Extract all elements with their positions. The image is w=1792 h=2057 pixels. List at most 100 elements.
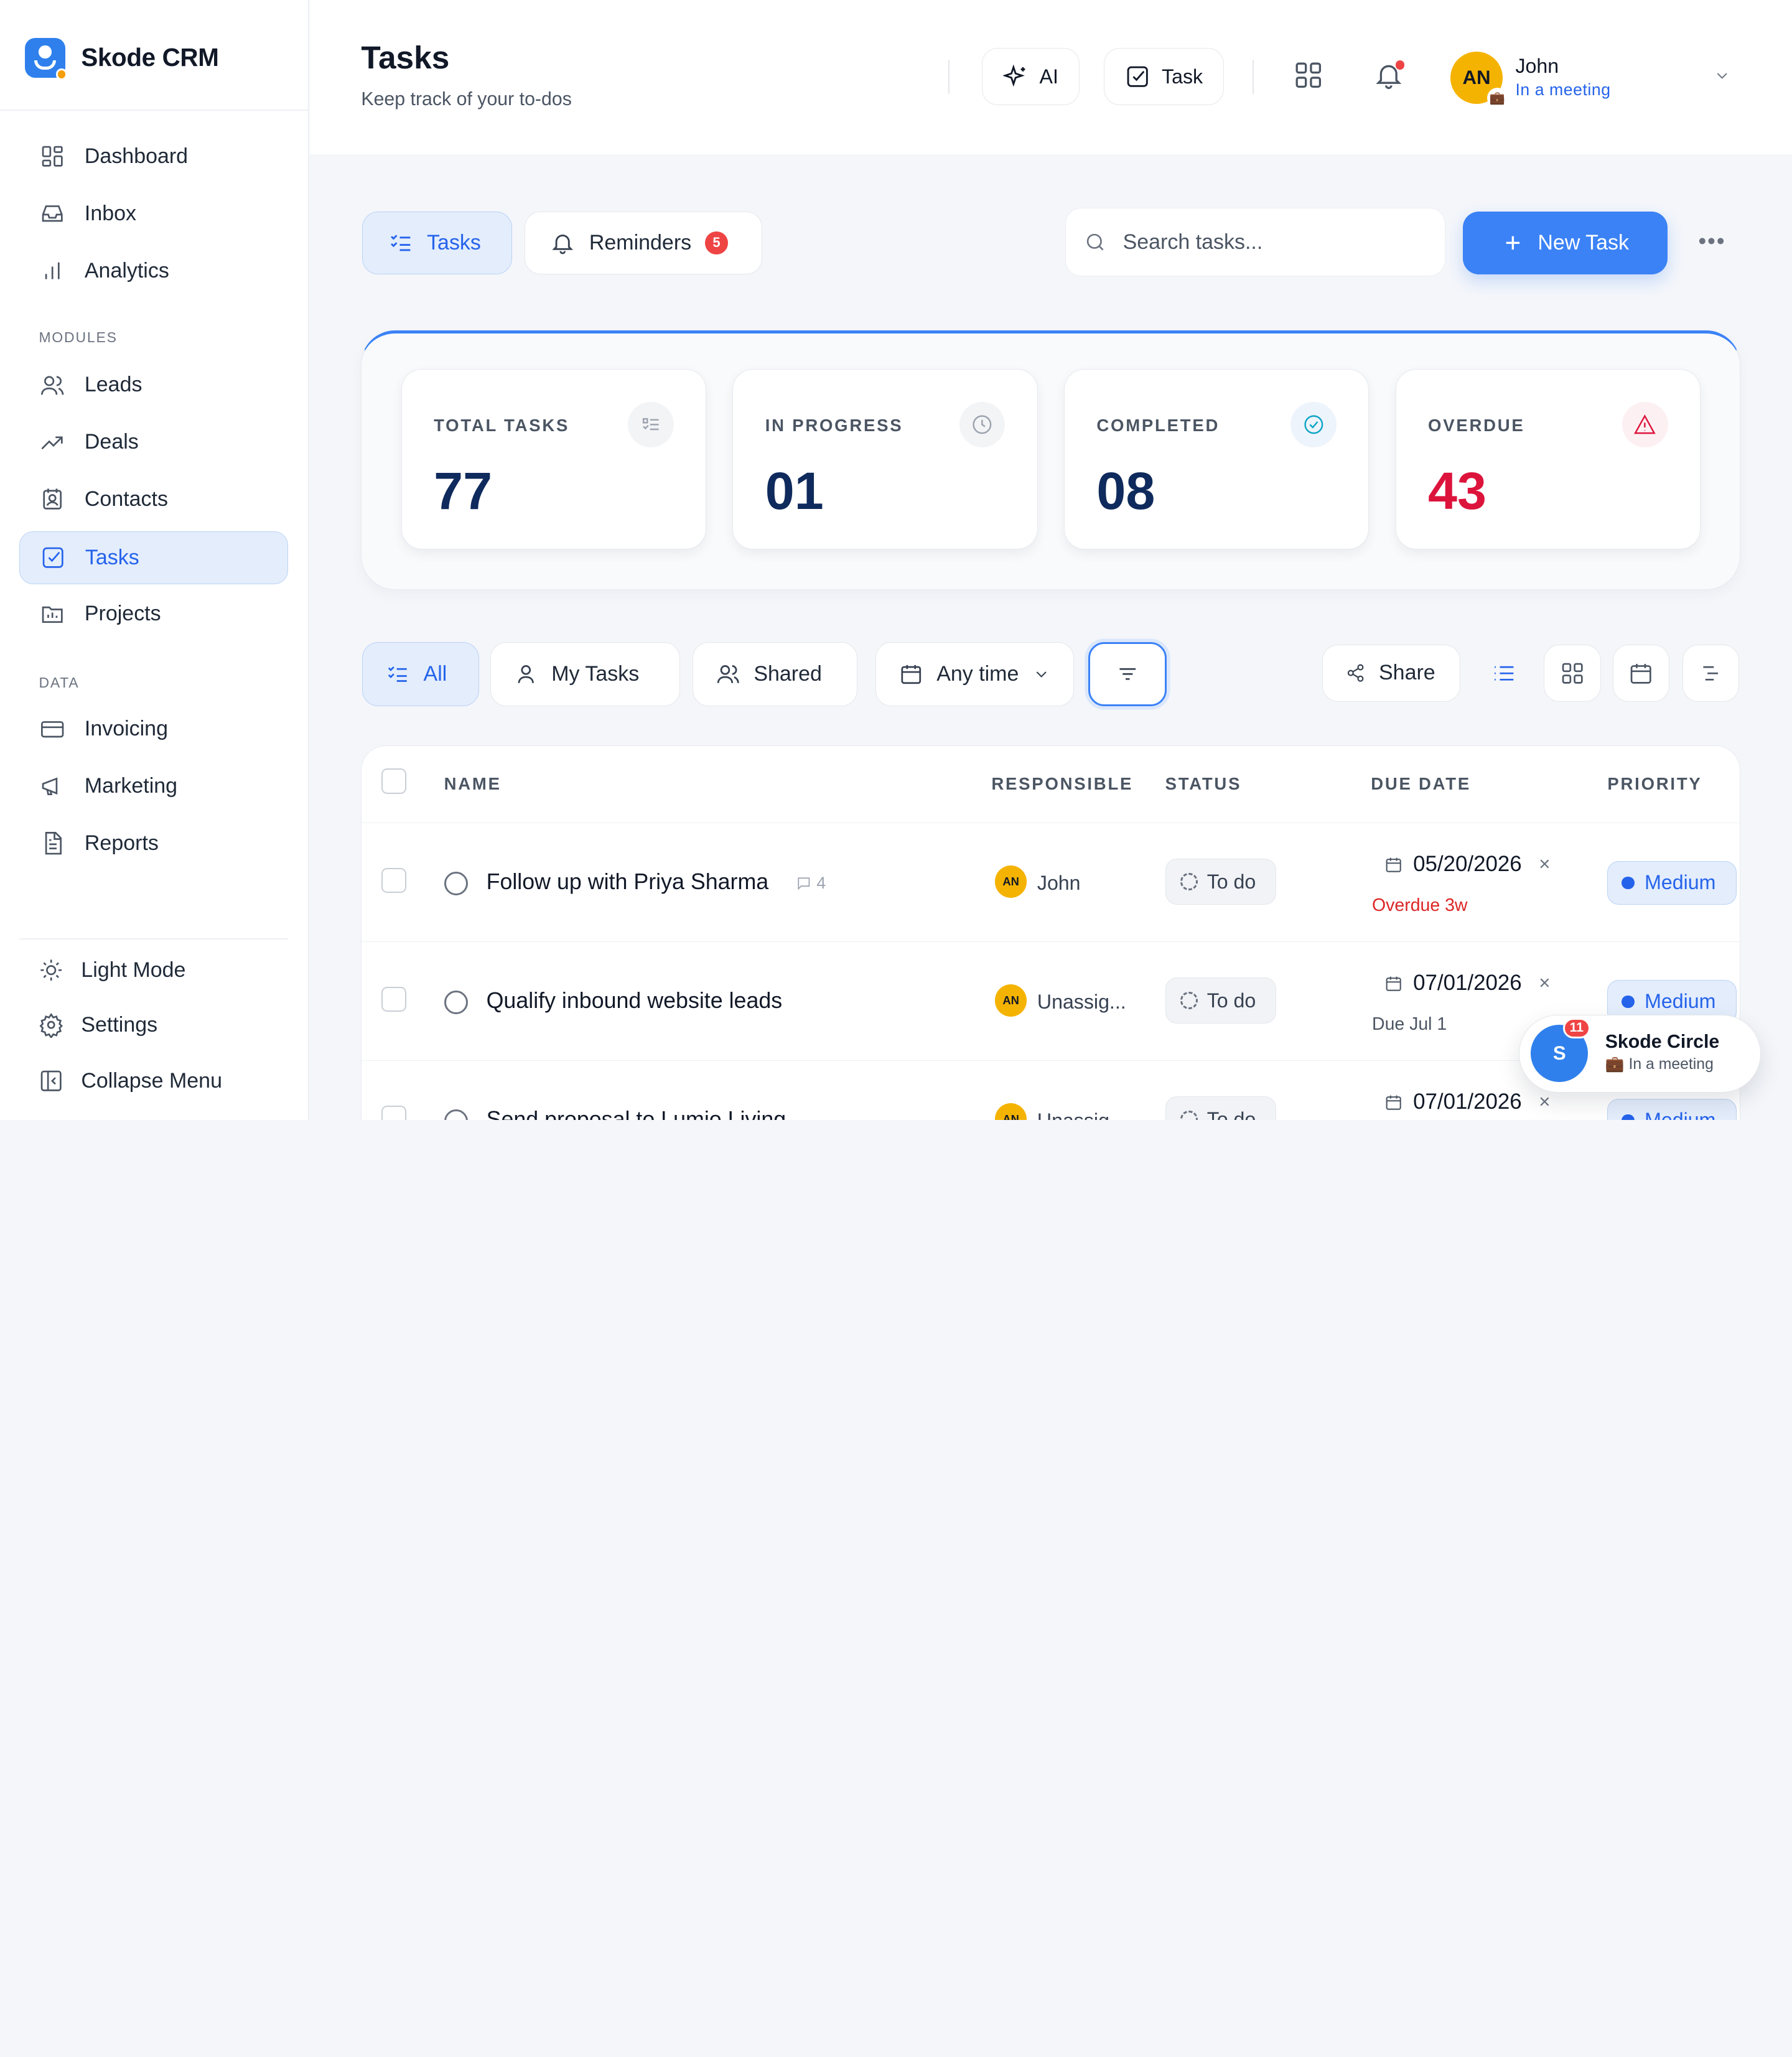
- settings-link[interactable]: Settings: [19, 999, 288, 1051]
- calendar-view-button[interactable]: [1612, 644, 1670, 702]
- timeline-icon: [1703, 666, 1719, 681]
- filter-options-button[interactable]: [1088, 642, 1167, 707]
- due-date-value: 07/01/2026: [1413, 1089, 1522, 1114]
- task-name[interactable]: Follow up with Priya Sharma: [487, 869, 769, 895]
- chevron-down-icon: [1036, 671, 1047, 678]
- brand-logo: [25, 37, 68, 80]
- priority-badge[interactable]: Medium: [1607, 861, 1737, 905]
- page-header: Tasks Keep track of your to-dos AI Task …: [309, 0, 1792, 154]
- sidebar-item-dashboard[interactable]: Dashboard: [19, 130, 288, 182]
- priority-dot: [1622, 995, 1635, 1009]
- status-badge[interactable]: To do: [1165, 977, 1276, 1024]
- user-menu-toggle[interactable]: [1713, 67, 1731, 90]
- sidebar-item-leads[interactable]: Leads: [19, 359, 288, 411]
- user-status: In a meeting: [1515, 80, 1611, 99]
- stat-value: 43: [1428, 462, 1486, 521]
- sidebar-divider: [0, 110, 309, 111]
- priority-badge[interactable]: Medium: [1607, 1099, 1737, 1120]
- filter-all[interactable]: All: [362, 642, 479, 707]
- gear-icon: [38, 1011, 65, 1038]
- status-label: To do: [1206, 989, 1256, 1012]
- complete-toggle[interactable]: [444, 990, 469, 1015]
- notification-dot: [1395, 60, 1405, 70]
- date-range-select[interactable]: Any time: [875, 642, 1075, 707]
- row-checkbox[interactable]: [381, 868, 407, 893]
- tab-tasks[interactable]: Tasks: [362, 211, 512, 274]
- sidebar-item-analytics[interactable]: Analytics: [19, 245, 288, 297]
- sparkle-icon: [1002, 64, 1025, 87]
- sidebar-item-label: Reports: [84, 831, 159, 855]
- timeline-view-button[interactable]: [1682, 644, 1740, 702]
- new-task-button[interactable]: New Task: [1462, 211, 1668, 274]
- clear-date-button[interactable]: ×: [1539, 853, 1550, 875]
- clear-date-button[interactable]: ×: [1539, 972, 1550, 994]
- warning-icon: [1622, 401, 1668, 448]
- column-header-due-date[interactable]: DUE DATE: [1371, 774, 1471, 794]
- complete-toggle[interactable]: [444, 871, 469, 896]
- share-button[interactable]: Share: [1322, 644, 1461, 702]
- check-circle-icon: [1290, 401, 1337, 448]
- responsible-name[interactable]: John: [1037, 872, 1081, 895]
- tab-reminders-label: Reminders: [589, 230, 692, 254]
- complete-toggle[interactable]: [444, 1109, 469, 1120]
- sidebar-item-reports[interactable]: Reports: [19, 817, 288, 869]
- user-avatar[interactable]: AN 💼: [1450, 51, 1508, 109]
- stat-label: OVERDUE: [1428, 415, 1525, 435]
- sidebar-item-contacts[interactable]: Contacts: [19, 473, 288, 525]
- sidebar-item-invoicing[interactable]: Invoicing: [19, 703, 288, 755]
- more-options-button[interactable]: •••: [1698, 228, 1725, 254]
- filter-shared[interactable]: Shared: [693, 642, 857, 707]
- filter-my-tasks[interactable]: My Tasks: [490, 642, 680, 707]
- ai-button[interactable]: AI: [981, 48, 1080, 105]
- stat-label: COMPLETED: [1096, 415, 1220, 435]
- collapse-menu-button[interactable]: Collapse Menu: [19, 1055, 288, 1107]
- user-icon: [518, 665, 534, 684]
- task-name[interactable]: Send proposal to Lumio Living: [487, 1107, 786, 1120]
- chat-status: 💼 In a meeting: [1605, 1055, 1714, 1073]
- list-view-button[interactable]: [1475, 645, 1533, 702]
- stat-label: TOTAL TASKS: [434, 415, 570, 435]
- task-name[interactable]: Qualify inbound website leads: [487, 988, 783, 1014]
- filter-my-tasks-label: My Tasks: [551, 662, 640, 686]
- ai-button-label: AI: [1039, 65, 1058, 88]
- apps-grid-button[interactable]: [1290, 57, 1327, 94]
- team-chat-widget[interactable]: S 11 Skode Circle 💼 In a meeting: [1518, 1014, 1762, 1093]
- due-date[interactable]: 07/01/2026 ×: [1384, 971, 1550, 996]
- row-checkbox[interactable]: [381, 1106, 407, 1120]
- table-row[interactable]: Follow up with Priya Sharma 4 AN John To…: [362, 823, 1740, 943]
- grid-view-button[interactable]: [1544, 644, 1602, 702]
- sidebar-item-deals[interactable]: Deals: [19, 416, 288, 469]
- search-input[interactable]: [1122, 230, 1421, 254]
- column-header-responsible[interactable]: RESPONSIBLE: [991, 774, 1133, 794]
- filter-shared-label: Shared: [754, 662, 822, 686]
- clear-date-button[interactable]: ×: [1539, 1091, 1550, 1113]
- search-box[interactable]: [1065, 208, 1446, 277]
- sidebar-item-tasks[interactable]: Tasks: [19, 531, 288, 584]
- deals-icon: [39, 429, 66, 456]
- sidebar-item-inbox[interactable]: Inbox: [19, 187, 288, 240]
- row-checkbox[interactable]: [381, 987, 407, 1012]
- column-header-status[interactable]: STATUS: [1165, 774, 1242, 794]
- comment-count[interactable]: 4: [796, 874, 826, 893]
- due-date[interactable]: 07/01/2026 ×: [1384, 1089, 1550, 1114]
- select-all-checkbox[interactable]: [381, 768, 407, 794]
- analytics-icon: [39, 257, 66, 284]
- status-badge[interactable]: To do: [1165, 1096, 1276, 1120]
- marketing-icon: [39, 773, 66, 800]
- responsible-name[interactable]: Unassig...: [1037, 1109, 1126, 1120]
- column-header-name[interactable]: NAME: [444, 774, 502, 794]
- sidebar-item-marketing[interactable]: Marketing: [19, 760, 288, 812]
- notifications-button[interactable]: [1370, 57, 1407, 94]
- quick-task-button[interactable]: Task: [1104, 48, 1225, 105]
- brand[interactable]: Skode CRM: [25, 37, 219, 80]
- light-mode-toggle[interactable]: Light Mode: [19, 944, 288, 996]
- status-badge[interactable]: To do: [1165, 859, 1276, 905]
- due-date[interactable]: 05/20/2026 ×: [1384, 852, 1550, 877]
- bell-icon: [552, 235, 574, 254]
- grid-icon: [1295, 62, 1322, 88]
- stat-card-in-progress: IN PROGRESS 01: [732, 369, 1038, 550]
- tab-reminders[interactable]: Reminders 5: [525, 211, 763, 274]
- sidebar-item-projects[interactable]: Projects: [19, 587, 288, 640]
- responsible-name[interactable]: Unassig...: [1037, 991, 1126, 1014]
- column-header-priority[interactable]: PRIORITY: [1607, 774, 1702, 794]
